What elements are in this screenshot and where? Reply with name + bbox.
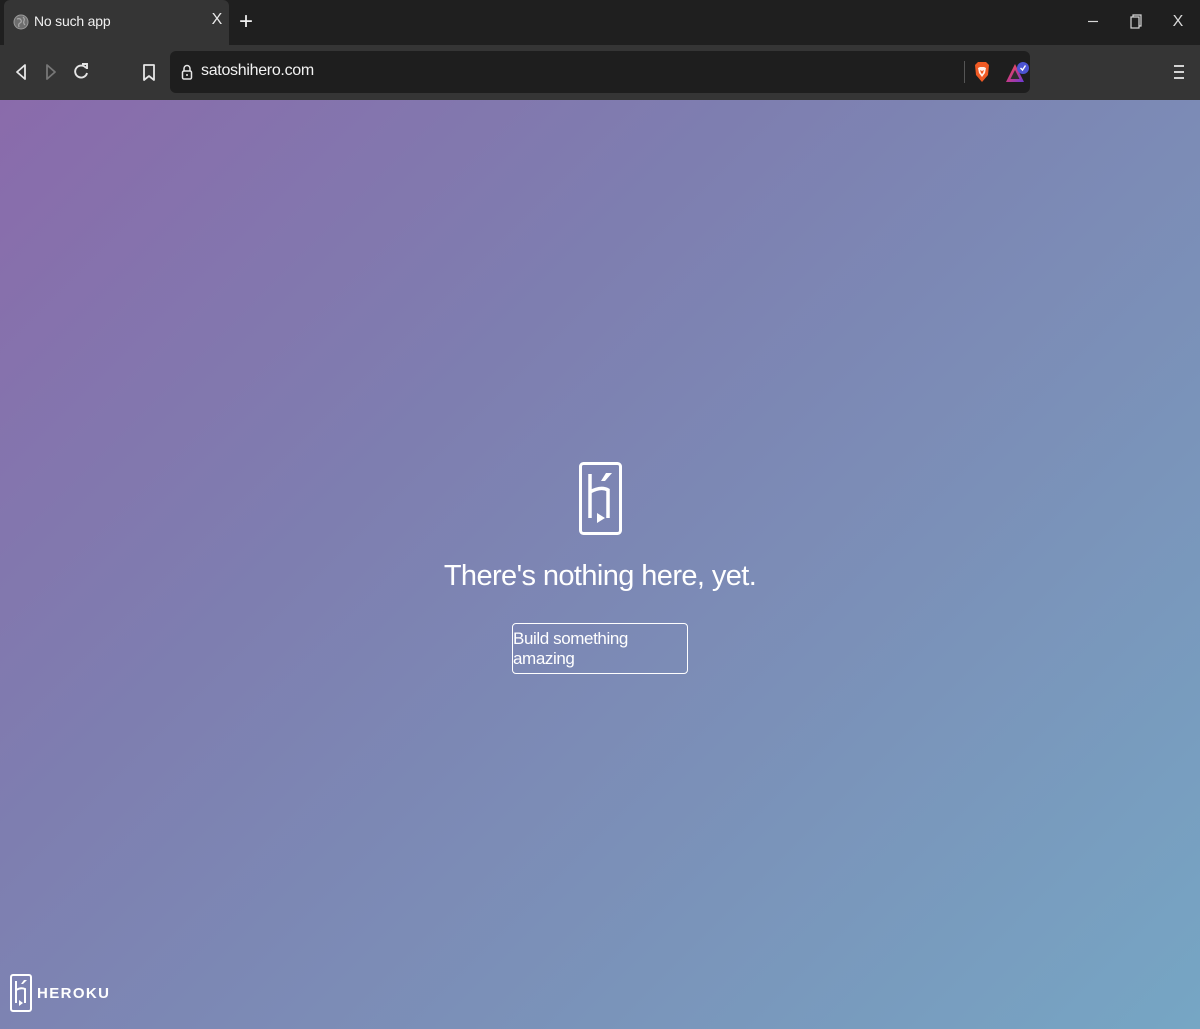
build-something-button[interactable]: Build something amazing: [512, 623, 688, 674]
back-arrow-icon: [16, 64, 26, 80]
back-button[interactable]: [10, 60, 32, 84]
reload-button[interactable]: [70, 60, 92, 84]
minimize-icon: [1088, 20, 1098, 23]
browser-toolbar: satoshihero.com: [0, 45, 1200, 100]
heroku-footer-link[interactable]: HEROKU: [10, 974, 110, 1012]
tab-active[interactable]: No such app X: [4, 0, 229, 45]
minimize-button[interactable]: [1078, 8, 1108, 36]
new-tab-button[interactable]: +: [234, 9, 258, 35]
forward-arrow-icon: [46, 64, 56, 80]
page-headline: There's nothing here, yet.: [443, 560, 757, 592]
tab-strip: No such app X + X: [0, 0, 1200, 45]
brave-shields-icon[interactable]: [972, 60, 992, 84]
hamburger-menu-icon: [1174, 65, 1184, 79]
restore-button[interactable]: [1120, 8, 1150, 36]
address-bar-divider: [964, 61, 965, 83]
brave-rewards-icon[interactable]: [1004, 58, 1032, 86]
reload-icon: [74, 63, 88, 79]
globe-icon: [13, 14, 29, 30]
bookmark-icon: [143, 64, 155, 81]
tab-close-button[interactable]: X: [209, 11, 225, 31]
address-bar[interactable]: satoshihero.com: [170, 51, 1030, 93]
menu-button[interactable]: [1168, 59, 1190, 85]
heroku-logo-icon: [579, 462, 622, 535]
tab-title: No such app: [34, 13, 111, 29]
heroku-wordmark: HEROKU: [37, 984, 111, 1002]
window-close-button[interactable]: X: [1163, 8, 1193, 36]
heroku-small-logo-icon: [10, 974, 32, 1012]
forward-button[interactable]: [40, 60, 62, 84]
lock-icon: [181, 64, 193, 80]
url-text[interactable]: satoshihero.com: [201, 62, 314, 80]
page-content: There's nothing here, yet. Build somethi…: [0, 100, 1200, 1029]
bookmark-button[interactable]: [139, 60, 159, 84]
restore-icon: [1130, 14, 1142, 29]
